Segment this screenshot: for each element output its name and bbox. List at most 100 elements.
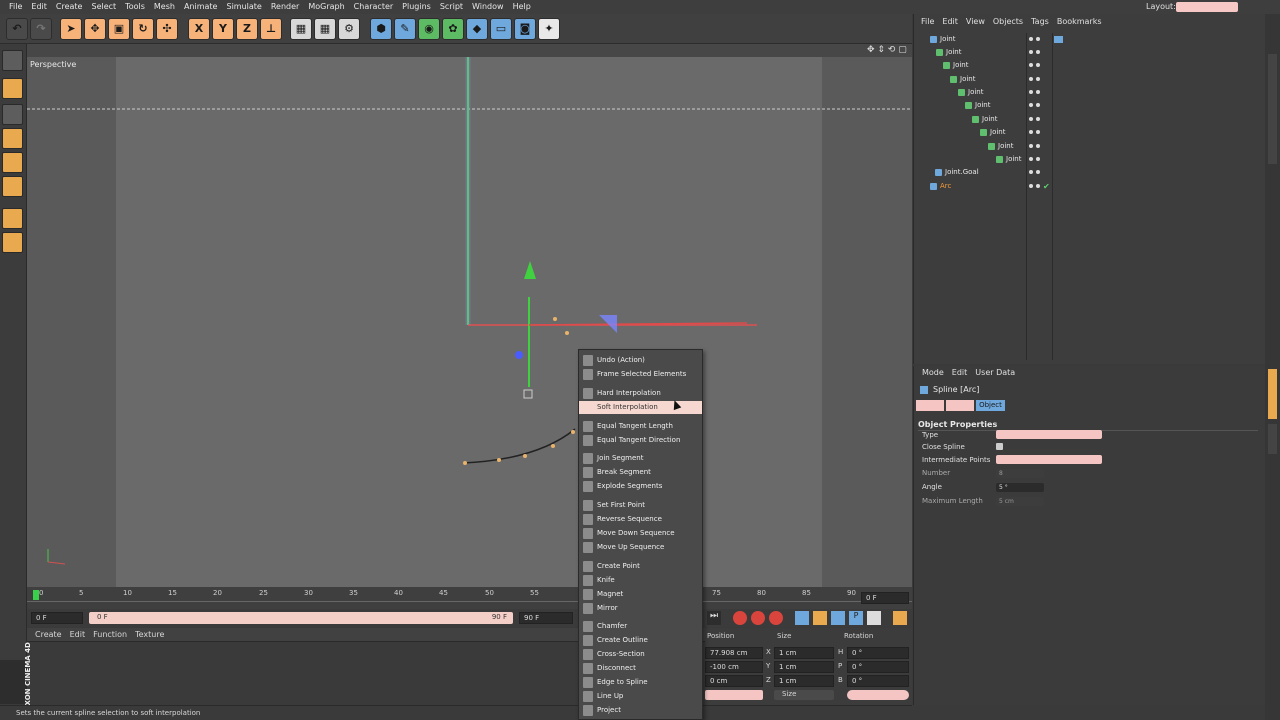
attributes-tab[interactable]: [1268, 369, 1277, 419]
object-row[interactable]: Joint: [918, 126, 1265, 139]
position-key-icon[interactable]: [795, 611, 809, 625]
layout-dropdown[interactable]: [1176, 2, 1238, 12]
om-menu-tags[interactable]: Tags: [1031, 17, 1049, 26]
menu-item-line-up[interactable]: Line Up: [579, 690, 702, 703]
mat-menu-texture[interactable]: Texture: [135, 630, 164, 639]
menu-item-equal-tangent-length[interactable]: Equal Tangent Length: [579, 420, 702, 433]
end-frame-field[interactable]: 90 F: [519, 612, 573, 624]
om-menu-bookmarks[interactable]: Bookmarks: [1057, 17, 1102, 26]
attr-menu-mode[interactable]: Mode: [922, 368, 944, 377]
position-y-field[interactable]: -100 cm: [705, 661, 763, 673]
deformer-icon[interactable]: ◆: [466, 18, 488, 40]
make-editable-icon[interactable]: [2, 50, 23, 71]
menu-character[interactable]: Character: [354, 0, 394, 11]
intermediate-points-dropdown[interactable]: [996, 455, 1102, 464]
viewport-nav-icons[interactable]: ✥ ⇕ ⟲ ▢: [867, 45, 907, 55]
subdivision-icon[interactable]: ◉: [418, 18, 440, 40]
tab-coord[interactable]: [946, 400, 974, 411]
spline-pen-icon[interactable]: ✎: [394, 18, 416, 40]
object-row[interactable]: Joint: [918, 113, 1265, 126]
coord-mode-dropdown[interactable]: [705, 690, 763, 700]
ik-tag-icon[interactable]: [1054, 36, 1063, 43]
om-menu-file[interactable]: File: [921, 17, 934, 26]
menu-item-break-segment[interactable]: Break Segment: [579, 466, 702, 479]
camera-icon[interactable]: ◙: [514, 18, 536, 40]
menu-item-hard-interpolation[interactable]: Hard Interpolation: [579, 387, 702, 400]
menu-item-mirror[interactable]: Mirror: [579, 602, 702, 615]
type-dropdown[interactable]: [996, 430, 1102, 439]
goto-end-icon[interactable]: ⏭: [707, 611, 721, 625]
rotation-h-field[interactable]: 0 °: [847, 647, 909, 659]
size-z-field[interactable]: 1 cm: [774, 675, 834, 687]
menu-file[interactable]: File: [9, 0, 22, 11]
mat-menu-create[interactable]: Create: [35, 630, 62, 639]
object-row[interactable]: Joint: [918, 99, 1265, 112]
menu-item-knife[interactable]: Knife: [579, 574, 702, 587]
axis-mode-icon[interactable]: [2, 208, 23, 229]
axis-x-button[interactable]: X: [188, 18, 210, 40]
close-spline-checkbox[interactable]: [996, 443, 1003, 450]
menu-item-cross-section[interactable]: Cross-Section: [579, 648, 702, 661]
light-icon[interactable]: ✦: [538, 18, 560, 40]
menu-item-reverse-sequence[interactable]: Reverse Sequence: [579, 513, 702, 526]
cube-primitive-icon[interactable]: ⬢: [370, 18, 392, 40]
record-icon[interactable]: [733, 611, 747, 625]
floor-icon[interactable]: ▭: [490, 18, 512, 40]
object-row[interactable]: Joint.Goal: [918, 166, 1265, 179]
tab-basic[interactable]: [916, 400, 944, 411]
number-field[interactable]: 8: [996, 469, 1044, 478]
om-menu-objects[interactable]: Objects: [993, 17, 1023, 26]
size-mode-dropdown[interactable]: Size: [774, 690, 834, 700]
visibility-toggles[interactable]: [1029, 153, 1043, 166]
menu-item-equal-tangent-direction[interactable]: Equal Tangent Direction: [579, 434, 702, 447]
undo-button[interactable]: ↶: [6, 18, 28, 40]
structure-tab[interactable]: [1268, 124, 1277, 164]
autokey-icon[interactable]: [751, 611, 765, 625]
model-mode-icon[interactable]: [2, 78, 23, 99]
rotation-b-field[interactable]: 0 °: [847, 675, 909, 687]
menu-mesh[interactable]: Mesh: [154, 0, 175, 11]
menu-animate[interactable]: Animate: [184, 0, 218, 11]
parameter-key-icon[interactable]: P: [849, 611, 863, 625]
position-x-field[interactable]: 77.908 cm: [705, 647, 763, 659]
menu-item-frame-selected[interactable]: Frame Selected Elements: [579, 368, 702, 381]
viewport-scene[interactable]: [27, 57, 912, 587]
keyframe-selection-icon[interactable]: [769, 611, 783, 625]
menu-help[interactable]: Help: [513, 0, 531, 11]
timeline-menu-icon[interactable]: [893, 611, 907, 625]
menu-item-join-segment[interactable]: Join Segment: [579, 452, 702, 465]
object-row[interactable]: Joint: [918, 59, 1265, 72]
visibility-toggles[interactable]: [1029, 126, 1043, 139]
edges-mode-icon[interactable]: [2, 152, 23, 173]
visibility-toggles[interactable]: [1029, 86, 1043, 99]
live-selection-icon[interactable]: ➤: [60, 18, 82, 40]
menu-mograph[interactable]: MoGraph: [308, 0, 344, 11]
timeline-ruler[interactable]: 0 5 10 15 20 25 30 35 40 45 50 55 75 80 …: [27, 587, 912, 609]
menu-tools[interactable]: Tools: [125, 0, 145, 11]
angle-field[interactable]: 5 °: [996, 483, 1044, 492]
object-row[interactable]: Joint: [918, 46, 1265, 59]
axis-y-button[interactable]: Y: [212, 18, 234, 40]
menu-render[interactable]: Render: [271, 0, 299, 11]
menu-select[interactable]: Select: [91, 0, 116, 11]
visibility-toggles[interactable]: [1029, 140, 1043, 153]
menu-item-edge-to-spline[interactable]: Edge to Spline: [579, 676, 702, 689]
object-row[interactable]: Arc: [918, 180, 1265, 193]
menu-item-explode-segments[interactable]: Explode Segments: [579, 480, 702, 493]
size-x-field[interactable]: 1 cm: [774, 647, 834, 659]
frame-range-slider[interactable]: 0 F 90 F: [89, 612, 513, 624]
redo-button[interactable]: ↷: [30, 18, 52, 40]
object-row[interactable]: Joint: [918, 73, 1265, 86]
pla-key-icon[interactable]: [867, 611, 881, 625]
rotation-p-field[interactable]: 0 °: [847, 661, 909, 673]
menu-item-project[interactable]: Project: [579, 704, 702, 717]
menu-item-chamfer[interactable]: Chamfer: [579, 620, 702, 633]
visibility-toggles[interactable]: [1029, 46, 1043, 59]
position-z-field[interactable]: 0 cm: [705, 675, 763, 687]
mat-menu-edit[interactable]: Edit: [70, 630, 86, 639]
menu-item-disconnect[interactable]: Disconnect: [579, 662, 702, 675]
start-frame-field[interactable]: 0 F: [31, 612, 83, 624]
visibility-toggles[interactable]: [1029, 166, 1043, 179]
om-menu-edit[interactable]: Edit: [942, 17, 958, 26]
menu-item-set-first-point[interactable]: Set First Point: [579, 499, 702, 512]
